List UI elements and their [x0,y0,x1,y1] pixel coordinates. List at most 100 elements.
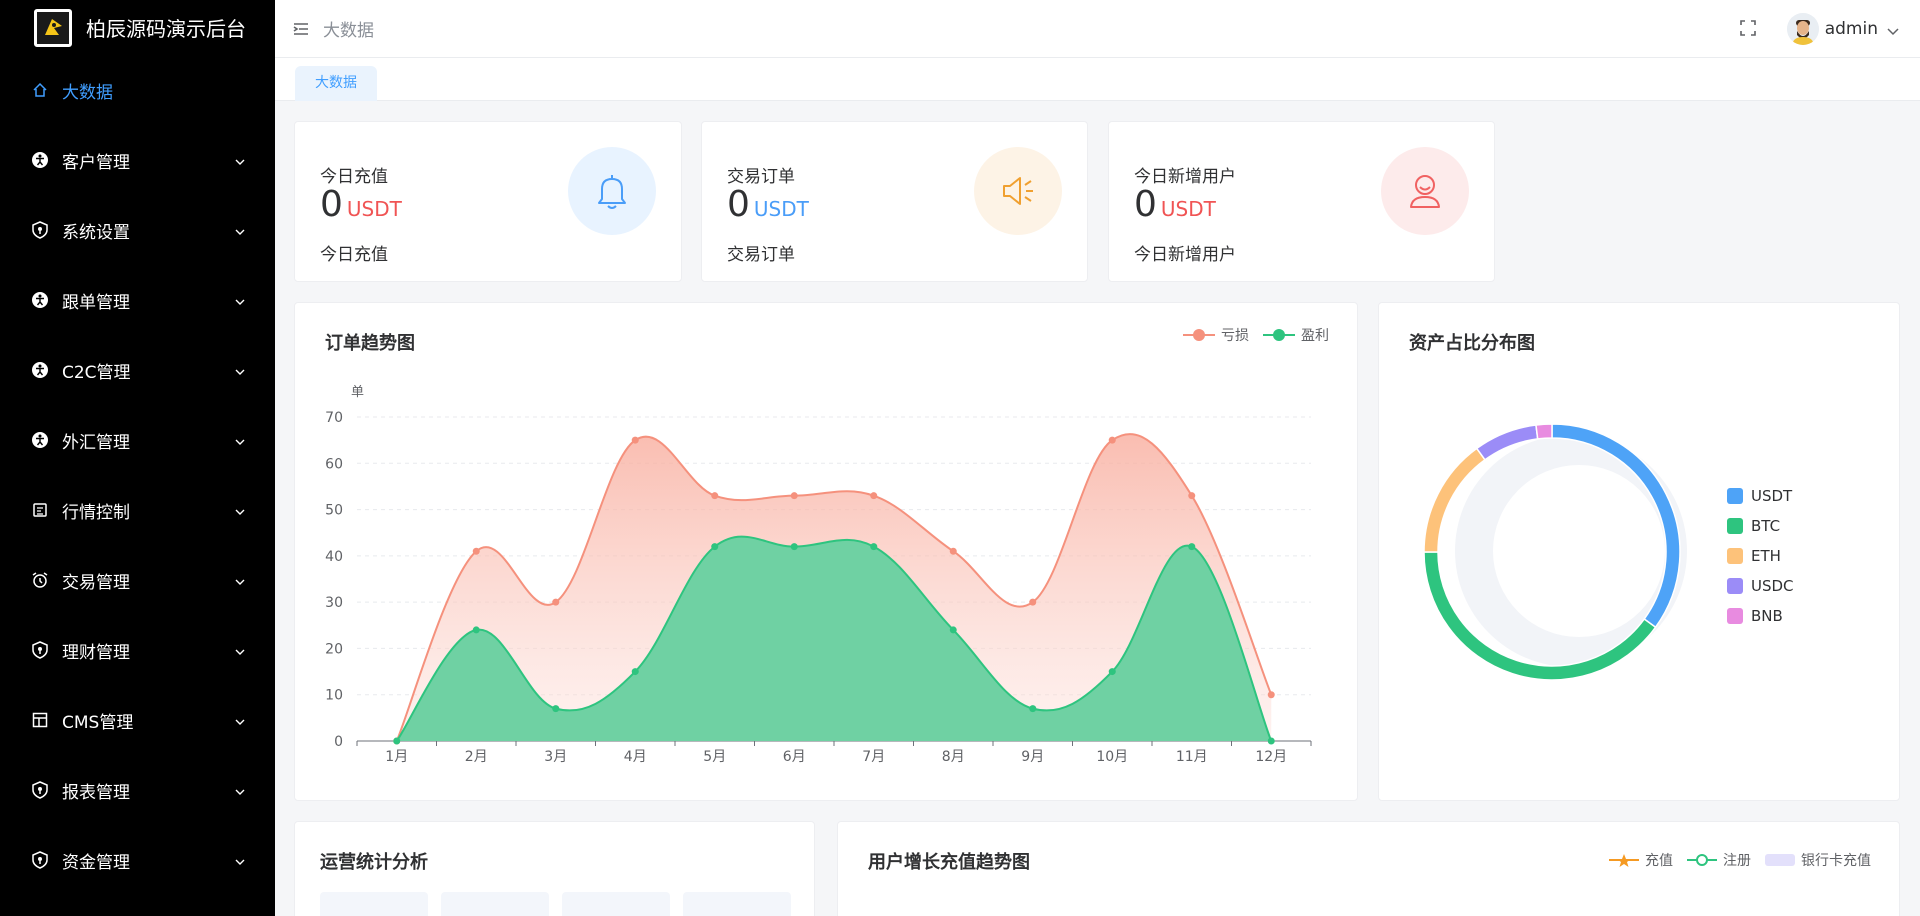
sidebar-item[interactable]: 理财管理 [0,615,275,685]
data-point [790,543,798,551]
user-icon [1410,175,1440,208]
legend-item[interactable]: USDC [1727,571,1794,601]
x-tick-label: 6月 [783,749,806,765]
data-point [472,547,480,555]
data-point [949,547,957,555]
data-point [1029,705,1037,713]
sidebar-item-label: 跟单管理 [62,292,130,313]
data-point [552,705,560,713]
operations-box [441,892,549,916]
sidebar-item-label: 外汇管理 [62,432,130,453]
data-point [870,543,878,551]
data-point [1188,543,1196,551]
chevron-down-icon[interactable] [1886,23,1900,36]
header-actions: admin [1739,0,1900,58]
sidebar-item[interactable]: C2C管理 [0,335,275,405]
sidebar-item-label: 资金管理 [62,852,130,873]
sidebar-item-label: 报表管理 [62,782,130,803]
alarm-clock-icon [30,570,50,590]
order-trend-legend: 亏损 盈利 [1169,325,1329,345]
sidebar-item[interactable]: 系统设置 [0,195,275,265]
sidebar-item[interactable]: 外汇管理 [0,405,275,475]
sidebar: 柏辰源码演示后台 大数据 客户管理系统设置跟单管理 C2C管理外汇管理行情控制交易管… [0,0,275,916]
asset-distribution-card: 资产占比分布图 USDT BTC ETH USDC BNB [1378,302,1900,801]
sidebar-item-label: 系统设置 [62,222,130,243]
legend-label: BNB [1751,607,1783,625]
order-trend-title: 订单趋势图 [325,333,415,354]
data-point [1188,492,1196,500]
operations-card: 运营统计分析 [294,821,815,916]
operations-title: 运营统计分析 [320,852,428,873]
y-axis-unit: 单 [351,385,364,400]
sidebar-item[interactable]: CMS管理 [0,685,275,755]
data-point [711,492,719,500]
accessibility-icon [30,290,50,310]
app-logo [34,8,72,47]
fullscreen-icon[interactable] [1739,19,1759,39]
asset-distribution-title: 资产占比分布图 [1409,333,1535,354]
sidebar-item[interactable]: 大数据 [0,55,275,125]
legend-item-bank-recharge[interactable]: 银行卡充值 [1765,850,1871,870]
chevron-down-icon [233,434,247,446]
home-icon [30,80,50,100]
tabs-bar: 大数据 [275,58,1920,101]
legend-item[interactable]: ETH [1727,541,1794,571]
stat-value: 0 USDT [727,184,809,225]
y-tick-label: 10 [325,688,343,704]
tab-bigdata[interactable]: 大数据 [295,66,377,101]
legend-item-loss[interactable]: 亏损 [1183,325,1249,345]
legend-label: USDC [1751,577,1794,595]
brand: 柏辰源码演示后台 [0,0,275,55]
stat-value: 0 USDT [320,184,402,225]
sidebar-item-label: CMS管理 [62,712,134,733]
user-growth-title: 用户增长充值趋势图 [868,852,1030,873]
top-header: 大数据 admin [275,0,1920,58]
sidebar-item[interactable]: 交易管理 [0,545,275,615]
sidebar-item[interactable]: 报表管理 [0,755,275,825]
y-tick-label: 70 [325,410,343,426]
stat-value: 0 USDT [1134,184,1216,225]
data-point [631,668,639,676]
data-point [472,626,480,634]
legend-item-profit[interactable]: 盈利 [1263,325,1329,345]
chevron-down-icon [233,574,247,586]
accessibility-icon [30,430,50,450]
sidebar-menu: 大数据 客户管理系统设置跟单管理 C2C管理外汇管理行情控制交易管理理财管理 CMS管… [0,55,275,895]
shield-icon [30,780,50,800]
sidebar-item[interactable]: 跟单管理 [0,265,275,335]
stat-card-new-users: 今日新增用户 0 USDT 今日新增用户 [1108,121,1495,282]
legend-item[interactable]: BTC [1727,511,1794,541]
x-tick-label: 8月 [942,749,965,765]
app-title: 柏辰源码演示后台 [86,17,246,41]
breadcrumb[interactable]: 大数据 [323,16,374,41]
chevron-down-icon [233,644,247,656]
asset-pie-chart [1423,423,1687,681]
stat-icon-circle [568,147,656,235]
stat-unit: USDT [1160,197,1216,221]
chevron-down-icon [233,154,247,166]
legend-item-register[interactable]: 注册 [1687,850,1751,870]
shield-icon [30,850,50,870]
sidebar-item[interactable]: 行情控制 [0,475,275,545]
data-point [1108,668,1116,676]
username[interactable]: admin [1825,19,1878,39]
menu-fold-icon[interactable] [291,19,311,39]
data-point [631,436,639,444]
sidebar-item[interactable]: 资金管理 [0,825,275,895]
x-tick-label: 5月 [703,749,726,765]
sidebar-item-label: 交易管理 [62,572,130,593]
sidebar-item[interactable]: 客户管理 [0,125,275,195]
legend-item[interactable]: USDT [1727,481,1794,511]
stat-icon-circle [974,147,1062,235]
legend-item[interactable]: BNB [1727,601,1794,631]
avatar[interactable] [1786,13,1819,45]
operations-box [683,892,791,916]
x-tick-label: 3月 [544,749,567,765]
sidebar-item-label: C2C管理 [62,362,131,383]
legend-item-recharge[interactable]: 充值 [1609,850,1673,870]
y-tick-label: 0 [334,734,343,750]
x-tick-label: 4月 [624,749,647,765]
pie-shadow-hole [1493,465,1665,637]
sidebar-item-label: 理财管理 [62,642,130,663]
sidebar-item-label: 行情控制 [62,502,130,523]
